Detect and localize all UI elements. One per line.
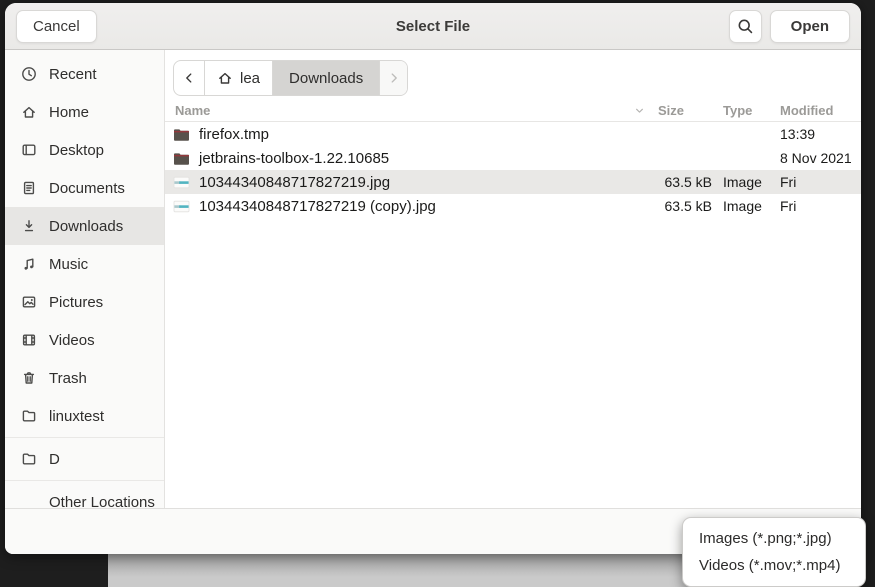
sidebar-item-music[interactable]: Music (5, 245, 164, 283)
sidebar-item-videos[interactable]: Videos (5, 321, 164, 359)
file-name: 10344340848717827219.jpg (199, 174, 390, 191)
picture-icon (20, 294, 37, 311)
filter-option-images[interactable]: Images (*.png;*.jpg) (683, 525, 865, 552)
file-modified: 13:39 (775, 126, 861, 142)
sidebar-item-label: Desktop (49, 142, 104, 159)
filter-option-videos[interactable]: Videos (*.mov;*.mp4) (683, 552, 865, 579)
sidebar-item-desktop[interactable]: Desktop (5, 131, 164, 169)
file-row[interactable]: 10344340848717827219.jpg 63.5 kB Image F… (165, 170, 861, 194)
file-list-header: Name Size Type Modified (165, 100, 861, 122)
headerbar-right-group: Open (729, 10, 850, 43)
sidebar-item-label: Pictures (49, 294, 103, 311)
file-modified: 8 Nov 2021 (775, 150, 861, 166)
file-row[interactable]: 10344340848717827219 (copy).jpg 63.5 kB … (165, 194, 861, 218)
file-name-cell: 10344340848717827219 (copy).jpg (165, 198, 653, 215)
home-icon (217, 70, 233, 86)
music-icon (20, 256, 37, 273)
clock-icon (20, 66, 37, 83)
dialog-headerbar: Cancel Select File Open (5, 3, 861, 50)
pathbar-home-label: lea (240, 70, 260, 87)
image-thumb-icon (173, 199, 190, 214)
back-button[interactable] (174, 61, 204, 95)
sidebar-item-downloads[interactable]: Downloads (5, 207, 164, 245)
sidebar-item-home[interactable]: Home (5, 93, 164, 131)
sidebar-item-other-locations[interactable]: Other Locations (5, 483, 164, 508)
column-name-label: Name (175, 103, 210, 118)
pathbar-home-segment[interactable]: lea (204, 61, 272, 95)
folder-dark-icon (173, 151, 190, 166)
sidebar-item-d[interactable]: D (5, 440, 164, 478)
column-header-name[interactable]: Name (165, 103, 653, 118)
file-type: Image (717, 198, 775, 214)
sidebar-item-recent[interactable]: Recent (5, 55, 164, 93)
folder-dark-icon (173, 127, 190, 142)
trash-icon (20, 370, 37, 387)
sidebar-separator (5, 437, 164, 438)
sidebar-item-label: Documents (49, 180, 125, 197)
sidebar-separator (5, 480, 164, 481)
folder-icon (20, 451, 37, 468)
file-name-cell: firefox.tmp (165, 126, 653, 143)
file-row[interactable]: firefox.tmp 13:39 (165, 122, 861, 146)
chevron-left-icon (182, 71, 196, 85)
file-type: Image (717, 174, 775, 190)
sort-chevron-down-icon (633, 104, 646, 117)
column-header-size[interactable]: Size (653, 103, 717, 118)
sidebar-item-trash[interactable]: Trash (5, 359, 164, 397)
search-button[interactable] (729, 10, 762, 43)
search-icon (737, 18, 754, 35)
column-header-modified[interactable]: Modified (775, 103, 861, 118)
places-sidebar: Recent Home Desktop Documents Downloads … (5, 50, 165, 508)
open-button[interactable]: Open (770, 10, 850, 43)
file-name-cell: jetbrains-toolbox-1.22.10685 (165, 150, 653, 167)
pathbar: lea Downloads (173, 60, 408, 96)
file-browser-pane: lea Downloads Name Si (165, 50, 861, 508)
sidebar-item-pictures[interactable]: Pictures (5, 283, 164, 321)
file-chooser-dialog: Cancel Select File Open Recent Home Desk… (5, 3, 861, 554)
file-name: jetbrains-toolbox-1.22.10685 (199, 150, 389, 167)
file-size: 63.5 kB (653, 174, 717, 190)
video-icon (20, 332, 37, 349)
file-modified: Fri (775, 198, 861, 214)
sidebar-item-label: D (49, 451, 60, 468)
image-thumb-icon (173, 175, 190, 190)
pathbar-current-segment[interactable]: Downloads (272, 61, 379, 95)
cancel-button[interactable]: Cancel (16, 10, 97, 43)
file-filter-popup: Images (*.png;*.jpg)Videos (*.mov;*.mp4) (682, 517, 866, 587)
sidebar-item-linuxtest[interactable]: linuxtest (5, 397, 164, 435)
sidebar-item-label: Home (49, 104, 89, 121)
sidebar-item-label: Music (49, 256, 88, 273)
home-icon (20, 104, 37, 121)
dialog-body: Recent Home Desktop Documents Downloads … (5, 50, 861, 508)
other-icon (20, 494, 37, 509)
sidebar-item-label: Other Locations (49, 494, 155, 509)
document-icon (20, 180, 37, 197)
file-name-cell: 10344340848717827219.jpg (165, 174, 653, 191)
forward-button[interactable] (379, 61, 407, 95)
file-modified: Fri (775, 174, 861, 190)
file-name: firefox.tmp (199, 126, 269, 143)
sidebar-item-label: linuxtest (49, 408, 104, 425)
sidebar-item-label: Recent (49, 66, 97, 83)
sidebar-item-label: Downloads (49, 218, 123, 235)
sidebar-item-label: Trash (49, 370, 87, 387)
folder-icon (20, 408, 37, 425)
download-icon (20, 218, 37, 235)
file-row[interactable]: jetbrains-toolbox-1.22.10685 8 Nov 2021 (165, 146, 861, 170)
file-list: firefox.tmp 13:39 jetbrains-toolbox-1.22… (165, 122, 861, 218)
sidebar-item-label: Videos (49, 332, 95, 349)
file-name: 10344340848717827219 (copy).jpg (199, 198, 436, 215)
sidebar-item-documents[interactable]: Documents (5, 169, 164, 207)
file-size: 63.5 kB (653, 198, 717, 214)
chevron-right-icon (387, 71, 401, 85)
column-header-type[interactable]: Type (717, 103, 775, 118)
desktop-icon (20, 142, 37, 159)
pathbar-row: lea Downloads (165, 50, 861, 96)
